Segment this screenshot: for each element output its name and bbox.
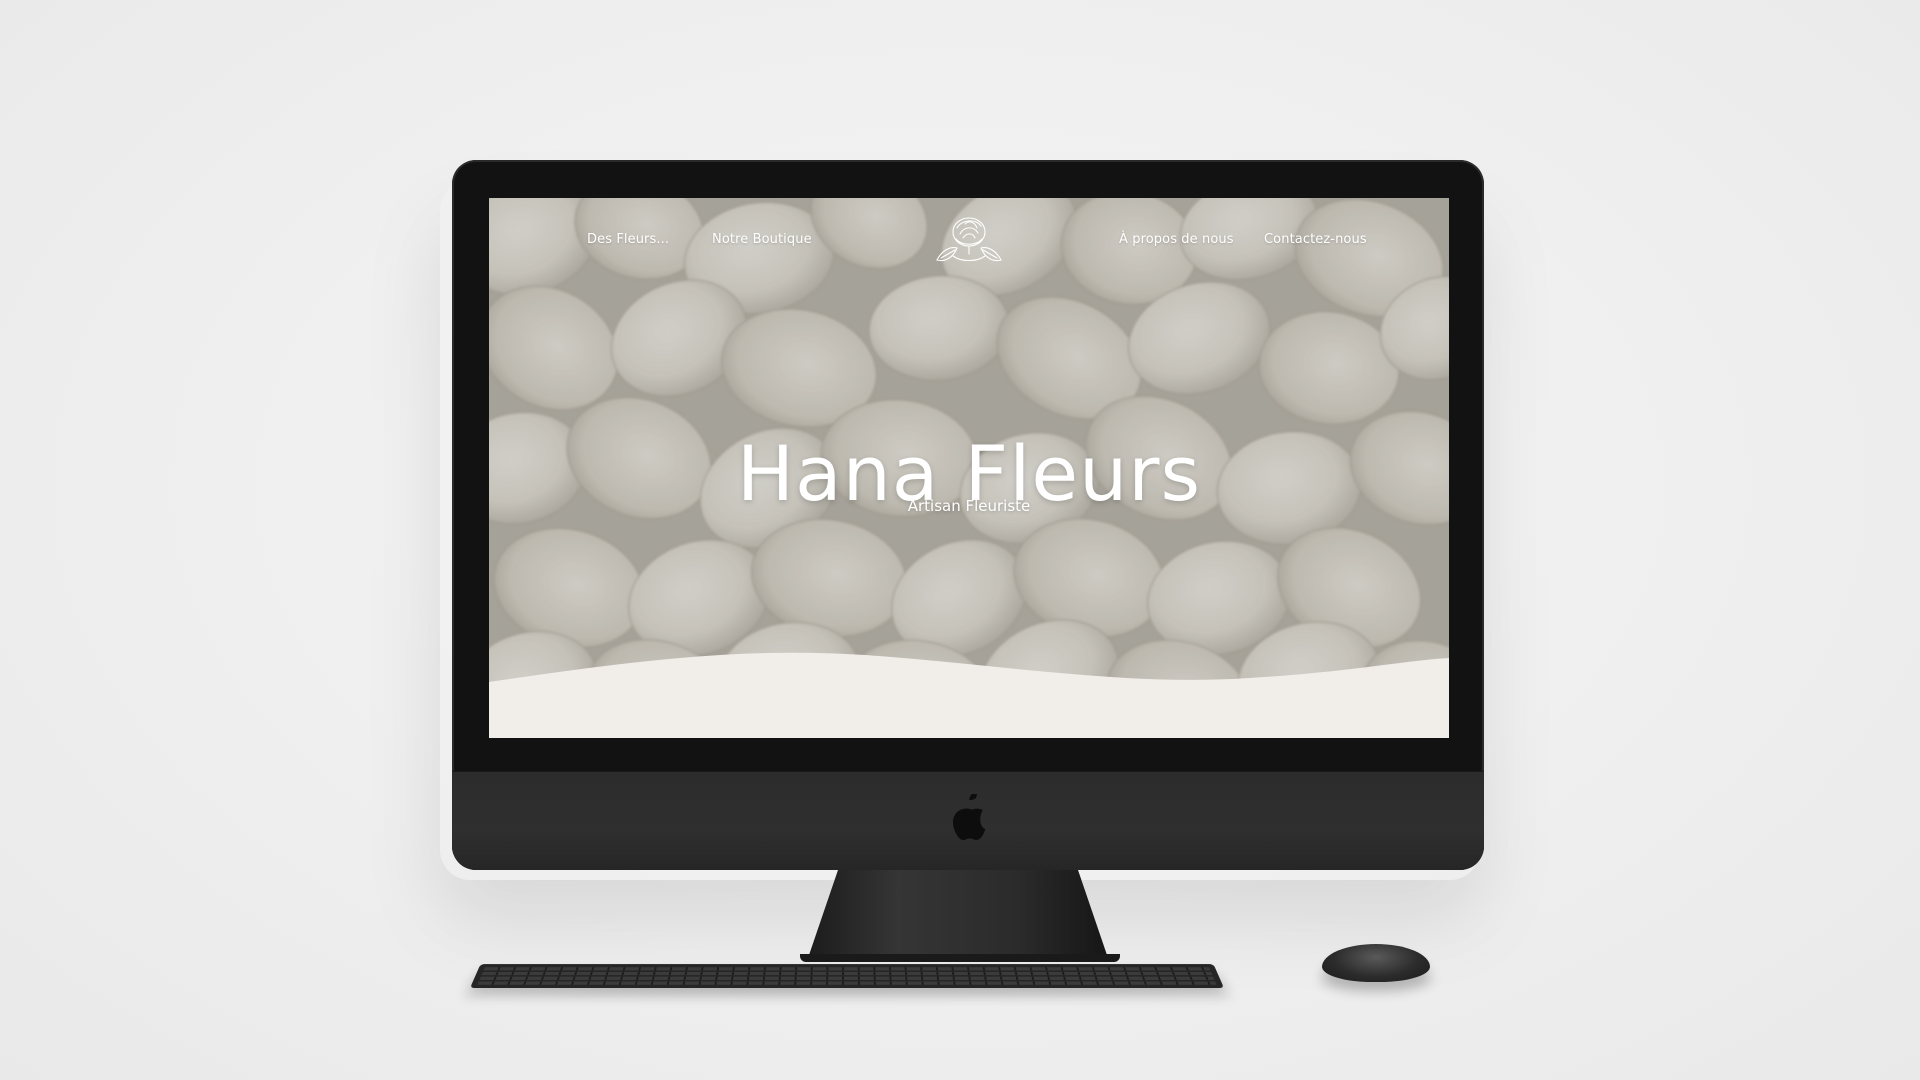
apple-logo-icon <box>953 794 986 841</box>
hero-subtitle: Artisan Fleuriste <box>907 497 1031 515</box>
hero-wave-divider <box>489 652 1449 738</box>
keyboard <box>470 964 1224 988</box>
monitor-screen: Des Fleurs... Notre Boutique À propos de… <box>489 198 1449 738</box>
nav-link-about[interactable]: À propos de nous <box>1119 232 1234 247</box>
nav-link-fleurs[interactable]: Des Fleurs... <box>587 232 669 247</box>
rose-logo-icon[interactable] <box>927 208 1011 272</box>
magic-mouse <box>1322 944 1430 982</box>
site-nav: Des Fleurs... Notre Boutique À propos de… <box>489 198 1449 288</box>
nav-link-boutique[interactable]: Notre Boutique <box>712 232 812 247</box>
monitor-stand-base <box>800 954 1120 962</box>
monitor-stand <box>808 870 1108 958</box>
nav-link-contact[interactable]: Contactez-nous <box>1264 232 1367 247</box>
mockup-scene: Des Fleurs... Notre Boutique À propos de… <box>0 0 1920 1080</box>
monitor-chin <box>452 771 1484 870</box>
keyboard-keys <box>477 967 1217 985</box>
